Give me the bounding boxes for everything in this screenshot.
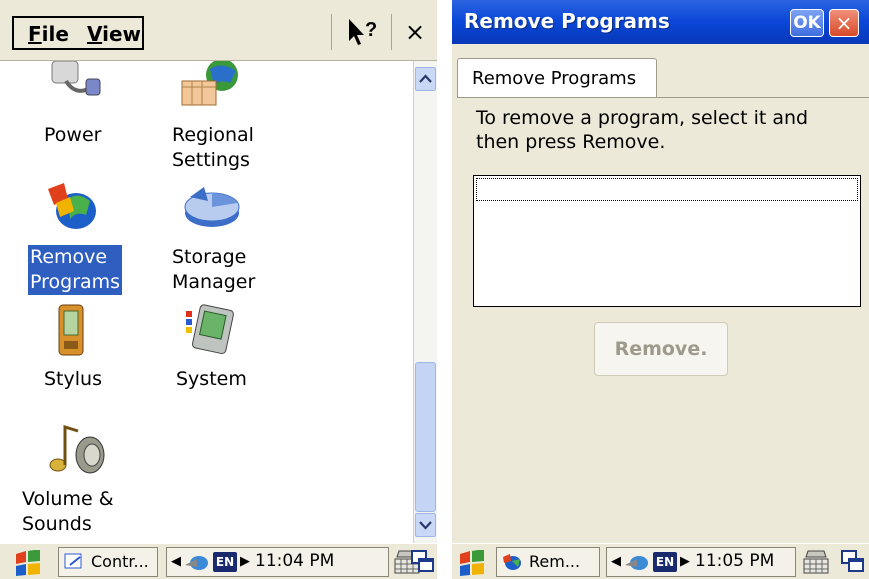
stylus-label: Stylus <box>44 368 102 390</box>
taskbar-task-button[interactable]: Contr... <box>58 547 158 577</box>
scroll-thumb[interactable] <box>415 362 436 512</box>
language-badge[interactable]: EN <box>213 552 237 572</box>
task-label: Contr... <box>91 552 149 571</box>
remove-button[interactable]: Remove. <box>594 322 728 376</box>
task-label: Rem... <box>529 552 581 571</box>
remove-programs-icon <box>503 554 521 570</box>
tray-right-arrow-icon[interactable]: ▶ <box>680 553 690 571</box>
tray-right-arrow-icon[interactable]: ▶ <box>240 553 250 571</box>
vertical-scrollbar[interactable] <box>413 61 437 543</box>
remove-programs-label: Remove Programs <box>28 245 123 295</box>
scroll-down-button[interactable] <box>415 513 436 537</box>
taskbar: Contr... ◀ EN ▶ 11:04 PM <box>0 543 437 579</box>
system-tray: ◀ EN ▶ 11:04 PM <box>166 547 389 577</box>
storage-manager-label: Storage Manager <box>172 246 256 293</box>
remove-programs-screen: Remove Programs OK × Remove Programs To … <box>452 0 869 579</box>
taskbar-task-button[interactable]: Rem... <box>496 547 600 577</box>
system-tray: ◀ EN ▶ 11:05 PM <box>606 547 796 577</box>
system-item[interactable]: System <box>160 303 270 403</box>
system-pda-icon <box>186 304 234 355</box>
remove-programs-item[interactable]: Remove Programs <box>24 181 128 301</box>
tab-panel: To remove a program, select it and then … <box>457 97 869 543</box>
power-label: Power <box>44 124 102 146</box>
volume-sounds-item[interactable]: Volume & Sounds <box>20 421 130 543</box>
window-title: Remove Programs <box>464 9 670 33</box>
svg-text:?: ? <box>365 19 377 41</box>
clock[interactable]: 11:04 PM <box>255 551 334 571</box>
tray-left-arrow-icon[interactable]: ◀ <box>171 553 181 571</box>
taskbar: Rem... ◀ EN ▶ 11:05 PM <box>452 543 869 579</box>
program-list[interactable] <box>473 175 861 307</box>
list-focus-row[interactable] <box>476 178 858 201</box>
windows-switch-icon[interactable] <box>840 549 866 575</box>
menu-view[interactable]: View <box>87 22 141 46</box>
start-windows-icon[interactable] <box>14 550 42 576</box>
menu-file[interactable]: File <box>28 22 69 46</box>
start-windows-icon[interactable] <box>458 550 486 576</box>
windows-switch-icon[interactable] <box>410 549 436 575</box>
network-icon[interactable] <box>185 553 209 573</box>
globe-calendar-icon <box>181 61 238 106</box>
title-bar: Remove Programs OK × <box>452 0 869 44</box>
menu-box: File View <box>12 16 144 50</box>
control-panel-icons: Power RegionalSettings RemovePrograms <box>0 61 412 543</box>
ok-button[interactable]: OK <box>790 9 824 37</box>
pie-storage-icon <box>184 187 240 227</box>
menu-separator <box>331 14 332 50</box>
speaker-note-icon <box>49 424 105 474</box>
close-button[interactable]: × <box>400 16 430 48</box>
regional-settings-item[interactable]: Regional Settings <box>160 61 270 171</box>
storage-manager-item[interactable]: Storage Manager <box>160 181 270 301</box>
system-label: System <box>176 368 247 390</box>
scroll-up-button[interactable] <box>415 67 436 91</box>
menu-separator <box>391 14 392 50</box>
chevron-up-icon <box>419 74 432 83</box>
chevron-down-icon <box>419 521 432 530</box>
clock[interactable]: 11:05 PM <box>695 551 774 571</box>
menu-bar: File View ? × <box>0 0 437 61</box>
tray-left-arrow-icon[interactable]: ◀ <box>611 553 621 571</box>
language-badge[interactable]: EN <box>653 552 677 572</box>
network-icon[interactable] <box>625 553 649 573</box>
close-button[interactable]: × <box>829 9 859 37</box>
volume-sounds-label: Volume & Sounds <box>22 488 114 535</box>
remove-programs-icon <box>48 183 96 229</box>
regional-settings-label: Regional Settings <box>172 124 254 171</box>
pda-stylus-icon <box>58 304 84 356</box>
control-panel-screen: File View ? × Power Regional Settings Re… <box>0 0 437 579</box>
power-plug-icon <box>51 61 101 96</box>
help-pointer-icon[interactable]: ? <box>345 16 383 48</box>
stylus-item[interactable]: Stylus <box>30 303 120 403</box>
tab-remove-programs[interactable]: Remove Programs <box>457 58 657 98</box>
instructions-text: To remove a program, select it and then … <box>476 107 809 153</box>
keyboard-icon[interactable] <box>802 549 830 575</box>
control-panel-icon <box>64 553 82 569</box>
power-item[interactable]: Power <box>30 61 120 171</box>
